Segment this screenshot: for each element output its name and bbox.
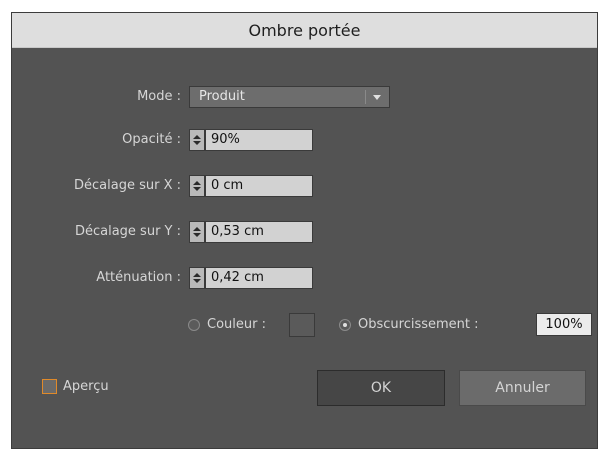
opacity-input[interactable]: 90% [205,129,313,151]
select-separator [365,90,366,104]
arrow-up-icon [193,273,201,277]
blur-label: Atténuation : [96,270,181,285]
offset-x-input[interactable]: 0 cm [205,175,313,197]
shadow-color-swatch[interactable] [289,313,315,337]
preview-checkbox[interactable] [42,379,57,394]
dialog-titlebar: Ombre portée [12,13,597,48]
arrow-up-icon [193,135,201,139]
chevron-down-icon [373,95,381,100]
blur-input[interactable]: 0,42 cm [205,267,313,289]
opacity-label: Opacité : [122,132,181,147]
mode-select[interactable]: Produit [189,86,390,108]
offset-y-input[interactable]: 0,53 cm [205,221,313,243]
opacity-stepper[interactable] [189,129,205,151]
darkness-input[interactable]: 100% [536,313,592,336]
mode-value: Produit [199,89,245,104]
offset-x-label: Décalage sur X : [74,178,181,193]
offset-y-stepper[interactable] [189,221,205,243]
drop-shadow-dialog: Ombre portée Mode : Produit Opacité : 90… [11,12,598,449]
cancel-button[interactable]: Annuler [459,370,586,406]
offset-y-label: Décalage sur Y : [74,224,181,239]
preview-label: Aperçu [63,379,109,394]
arrow-up-icon [193,227,201,231]
darkness-radio[interactable] [339,319,351,331]
offset-x-stepper[interactable] [189,175,205,197]
mode-label: Mode : [137,89,181,104]
arrow-down-icon [193,187,201,191]
color-radio-label: Couleur : [207,317,266,332]
dialog-title: Ombre portée [248,20,361,40]
ok-button[interactable]: OK [317,370,445,406]
blur-stepper[interactable] [189,267,205,289]
color-radio[interactable] [188,319,200,331]
arrow-up-icon [193,181,201,185]
arrow-down-icon [193,141,201,145]
arrow-down-icon [193,279,201,283]
darkness-radio-label: Obscurcissement : [358,317,479,332]
arrow-down-icon [193,233,201,237]
